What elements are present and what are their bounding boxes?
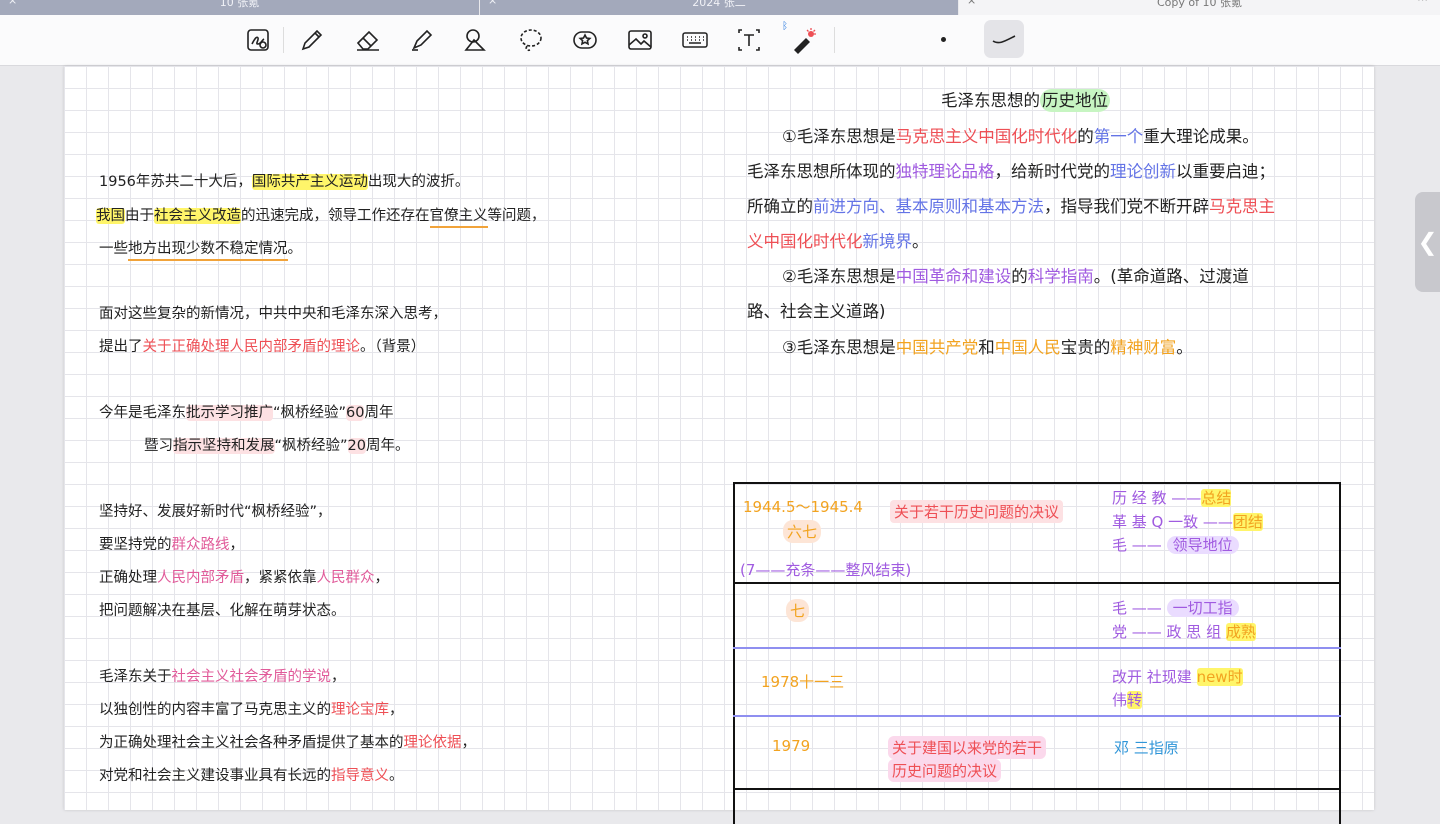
note-line: 面对这些复杂的新情况，中共中央和毛泽东深入思考， [99, 306, 447, 322]
table-cell-date: 1944.5～1945.4 [743, 498, 863, 516]
close-tab-icon[interactable]: × [488, 0, 497, 6]
table-divider [733, 715, 1341, 717]
keyboard-icon[interactable] [679, 24, 711, 56]
note-line: 所确立的前进方向、基本原则和基本方法，指导我们党不断开辟马克思主 [747, 197, 1275, 216]
note-line: ②毛泽东思想是中国革命和建设的科学指南。(革命道路、过渡道 [782, 267, 1249, 286]
note-line: 1956年苏共二十大后，国际共产主义运动出现大的波折。 [99, 174, 470, 190]
note-line: 义中国化时代化新境界。 [747, 232, 929, 251]
note-line: 路、社会主义道路) [747, 302, 886, 321]
note-line: 把问题解决在基层、化解在萌芽状态。 [99, 603, 346, 619]
eraser-icon[interactable] [352, 24, 384, 56]
close-tab-icon[interactable]: × [967, 0, 976, 6]
note-line: 提出了关于正确处理人民内部矛盾的理论。（背景） [99, 339, 426, 355]
note-line: 我国由于社会主义改造的迅速完成，领导工作还存在官僚主义等问题， [96, 204, 546, 228]
table-divider [733, 582, 1341, 584]
side-panel-handle[interactable]: ❮ [1415, 192, 1440, 292]
shapes-icon[interactable] [460, 24, 492, 56]
stroke-style-button[interactable] [984, 20, 1024, 58]
table-cell-note: (7——充条——整风结束) [740, 561, 912, 579]
table-cell-date: 1979 [772, 737, 811, 755]
chevron-left-icon: ❮ [1417, 228, 1438, 256]
stroke-size-dot[interactable] [941, 37, 946, 42]
table-cell-date: 1978十一三 [761, 673, 845, 691]
table-cell-session: 七 [786, 599, 810, 622]
note-line: 毛泽东关于社会主义社会矛盾的学说， [99, 669, 346, 685]
note-line: 要坚持党的群众路线， [99, 537, 244, 553]
tab-document-3-active[interactable]: × Copy of 10 张氪 ⋯ [959, 0, 1440, 15]
tab-label: Copy of 10 张氪 [1157, 0, 1242, 9]
table-cell-meaning: 毛 —— 领导地位 [1112, 534, 1239, 555]
note-line: 暨习指示坚持和发展“枫桥经验”20周年。 [144, 438, 410, 454]
sticker-icon[interactable] [569, 24, 601, 56]
highlighter-icon[interactable] [406, 24, 438, 56]
note-line: 为正确处理社会主义社会各种矛盾提供了基本的理论依据， [99, 735, 476, 751]
table-cell-meaning: 邓 三指原 [1114, 739, 1179, 757]
pen-icon[interactable] [296, 24, 328, 56]
tab-document-1[interactable]: × 10 张氪 [0, 0, 479, 15]
note-line: 今年是毛泽东批示学习推广“枫桥经验”60周年 [99, 405, 394, 421]
laser-pointer-icon[interactable] [788, 24, 820, 56]
tab-document-2[interactable]: × 2024 张二 [480, 0, 958, 15]
table-cell-meaning: 伟转 [1112, 691, 1143, 709]
bluetooth-icon: ᛒ [782, 21, 788, 32]
note-line: 毛泽东思想所体现的独特理论品格，给新时代党的理论创新以重要启迪； [747, 162, 1275, 181]
note-line: 以独创性的内容丰富了马克思主义的理论宝库， [99, 702, 404, 718]
table-cell-meaning: 党 —— 政 思 组 成熟 [1112, 623, 1256, 641]
table-divider [733, 788, 1341, 790]
image-icon[interactable] [624, 24, 656, 56]
more-icon[interactable]: ⋯ [1417, 0, 1428, 5]
note-line: 正确处理人民内部矛盾，紧紧依靠人民群众， [99, 570, 389, 586]
text-box-icon[interactable] [733, 24, 765, 56]
table-cell-document: 历史问题的决议 [888, 759, 1002, 782]
table-cell-session: 六七 [783, 520, 822, 543]
note-line: 坚持好、发展好新时代“枫桥经验”， [99, 504, 332, 520]
toolbar: ᛒ [0, 15, 1440, 66]
lasso-icon[interactable] [515, 24, 547, 56]
tab-label: 2024 张二 [692, 0, 746, 9]
note-line: ③毛泽东思想是中国共产党和中国人民宝贵的精神财富。 [782, 338, 1193, 357]
table-cell-document: 关于若干历史问题的决议 [890, 500, 1064, 523]
table-divider [733, 647, 1341, 649]
table-cell-meaning: 革 基 Q 一致 ——团结 [1112, 513, 1263, 531]
notebook-page[interactable]: 1956年苏共二十大后，国际共产主义运动出现大的波折。 我国由于社会主义改造的迅… [64, 66, 1374, 824]
zoom-write-icon[interactable] [242, 24, 274, 56]
history-resolutions-table [733, 482, 1341, 824]
tab-label: 10 张氪 [219, 0, 260, 9]
note-line: 对党和社会主义建设事业具有长远的指导意义。 [99, 768, 404, 784]
table-cell-meaning: 改开 社现建 new时 [1112, 668, 1243, 686]
close-tab-icon[interactable]: × [8, 0, 17, 6]
note-line: 一些地方出现少数不稳定情况。 [99, 237, 302, 261]
note-line: ①毛泽东思想是马克思主义中国化时代化的第一个重大理论成果。 [782, 127, 1259, 146]
table-cell-document: 关于建国以来党的若干 [888, 736, 1047, 759]
section-title: 毛泽东思想的 历史地位 [941, 89, 1110, 112]
tab-strip: × 10 张氪 × 2024 张二 × Copy of 10 张氪 ⋯ [0, 0, 1440, 15]
table-cell-meaning: 历 经 教 ——总结 [1112, 489, 1232, 507]
table-cell-meaning: 毛 —— 一切工指 [1112, 597, 1239, 618]
